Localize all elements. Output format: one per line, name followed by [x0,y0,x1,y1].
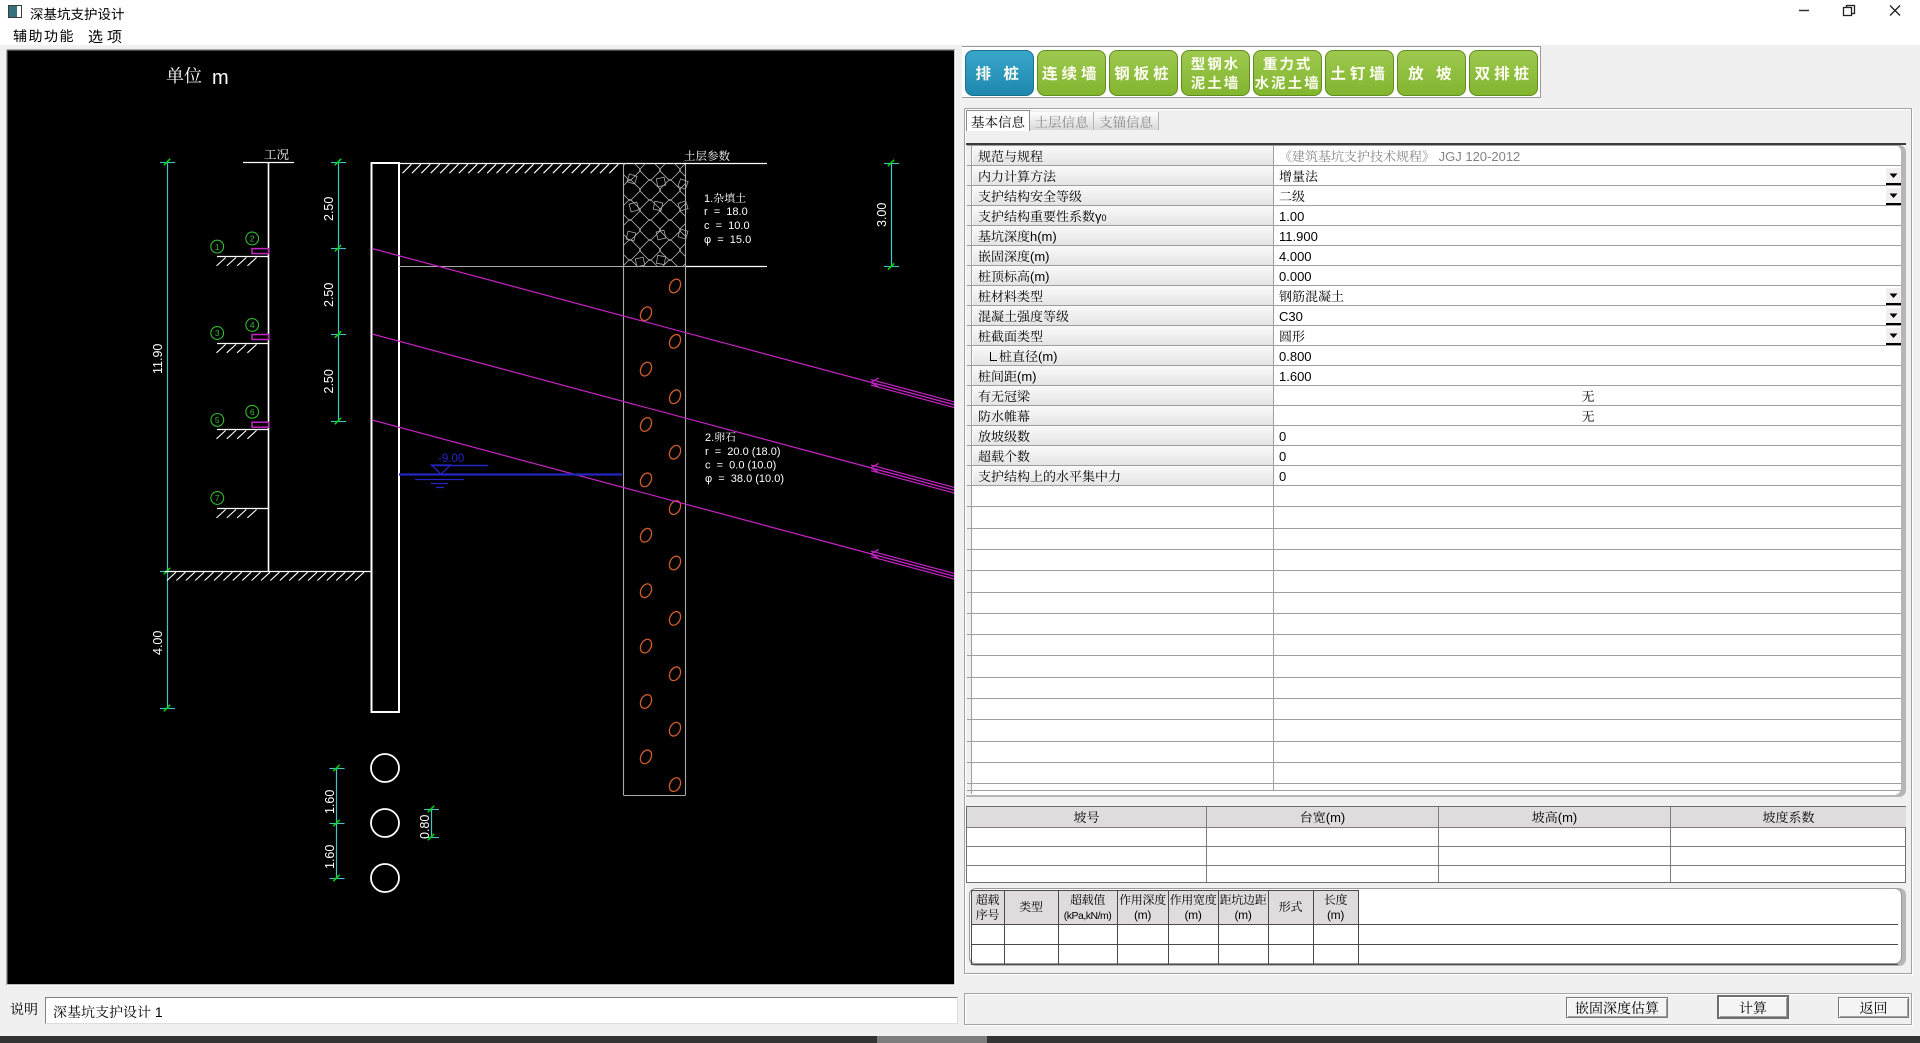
svg-text:6: 6 [250,406,255,418]
svg-text:3.00: 3.00 [872,203,890,227]
svg-text:4: 4 [250,319,255,331]
svg-text:2: 2 [250,233,255,245]
svg-text:2.50: 2.50 [319,369,337,393]
svg-text:7: 7 [215,492,220,504]
svg-text:m: m [212,61,229,90]
svg-text:5: 5 [215,414,220,426]
svg-text:工况: 工况 [264,145,290,163]
svg-text:φ = 15.0: φ = 15.0 [704,231,751,247]
svg-text:4.00: 4.00 [148,631,166,655]
svg-text:土层参数: 土层参数 [684,148,730,164]
svg-text:单位: 单位 [166,62,202,88]
svg-text:φ = 38.0 (10.0): φ = 38.0 (10.0) [705,470,784,486]
svg-text:11.90: 11.90 [148,344,166,374]
svg-text:3: 3 [215,327,220,339]
svg-text:0.80: 0.80 [415,815,433,839]
svg-text:1.60: 1.60 [320,790,338,814]
svg-text:1: 1 [215,241,220,253]
svg-text:2.50: 2.50 [319,197,337,221]
svg-text:1.60: 1.60 [320,845,338,869]
svg-text:2.50: 2.50 [319,283,337,307]
svg-text:-9.00: -9.00 [438,450,464,466]
